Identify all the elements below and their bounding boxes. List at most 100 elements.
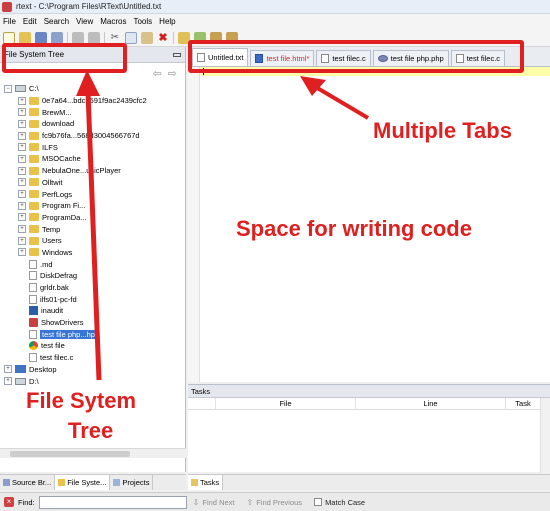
tab-projects[interactable]: Projects [110,475,154,490]
copy-icon[interactable] [125,31,137,44]
folder-icon [29,248,39,257]
expand-icon[interactable]: + [18,131,26,140]
tree-item[interactable]: + MSOCache [0,153,186,165]
expand-icon[interactable]: + [18,166,26,175]
collapse-icon[interactable]: − [4,84,12,93]
tree-item[interactable]: grldr.bak [0,282,186,294]
tree-item[interactable]: + Desktop [0,364,186,376]
print-icon[interactable] [72,31,84,44]
tasks-scrollbar[interactable] [540,398,550,473]
tree-item[interactable]: + download [0,118,186,130]
tree-item[interactable]: + BrewM... [0,106,186,118]
red-icon [29,318,38,328]
horizontal-scrollbar[interactable] [0,448,186,458]
tree-item[interactable]: ilfs01-pc-fd [0,293,186,305]
paste-icon[interactable] [141,31,153,44]
editor-area[interactable]: Untitled.txt test file.html* test filec.c t… [188,47,550,382]
expand-icon[interactable]: + [18,178,26,187]
menu-view[interactable]: View [76,17,93,26]
menu-tools[interactable]: Tools [133,17,152,26]
annotation-space-for-code: Space for writing code [236,216,472,241]
expand-icon[interactable]: + [18,236,26,245]
expand-icon[interactable]: + [18,201,26,210]
menu-help[interactable]: Help [159,17,175,26]
back-arrow-icon[interactable]: ⇦ [153,67,162,80]
tree-item[interactable]: + Windows [0,247,186,259]
expand-icon[interactable]: + [18,96,26,105]
expand-icon[interactable]: + [18,119,26,128]
column-header-task[interactable]: Task [506,398,540,410]
file-tree: − C:\ +0e7a64...bdc3591f9ac2439cfc2 + BrewM.… [0,83,186,431]
find-previous-label: Find Previous [256,497,303,507]
tree-item[interactable]: test file php...hp [0,328,186,340]
checkbox-icon[interactable] [314,498,323,506]
menu-edit[interactable]: Edit [23,17,37,26]
tree-item[interactable]: ShowDrivers [0,317,186,329]
tab-file-system[interactable]: File Syste... [55,475,111,490]
tree-item[interactable]: DiskDefrag [0,270,186,282]
tree-item-label: Program Fi... [42,201,86,211]
tree-item[interactable]: +0e7a64...bdc3591f9ac2439cfc2 [0,95,186,107]
tab-source-browser[interactable]: Source Br... [0,475,56,490]
tree-item-label: .md [40,259,53,269]
expand-icon[interactable]: + [4,365,12,374]
folder-icon [29,154,39,163]
expand-icon[interactable]: + [18,154,26,163]
find-bar: × Find: ⇩ Find Next ⇧ Find Previous Matc… [0,492,550,511]
tree-item[interactable]: + ILFS [0,141,186,153]
tree-item[interactable]: test file [0,340,186,352]
minimize-icon[interactable] [173,52,181,57]
close-icon[interactable]: × [4,497,14,507]
tree-item[interactable]: + Olltwit [0,177,186,189]
delete-icon[interactable]: ✖ [157,32,169,44]
expand-icon[interactable]: + [18,190,26,199]
app-icon [2,1,12,12]
open-folder-icon[interactable] [19,31,31,44]
tab-tasks[interactable]: Tasks [188,475,224,490]
tree-item-label: D:\ [29,376,39,386]
tree-item[interactable]: inaudit [0,305,186,317]
save-icon[interactable] [35,31,47,44]
expand-icon[interactable]: + [18,248,26,257]
new-file-icon[interactable] [3,31,15,44]
exe-icon [29,306,38,316]
column-header-icon[interactable] [188,397,216,410]
expand-icon[interactable]: + [18,213,26,222]
window-title: rtext - C:\Program Files\RText\Untitled.… [16,2,162,11]
file-icon [29,353,37,363]
forward-arrow-icon[interactable]: ⇨ [168,67,177,80]
folder-icon [29,178,39,187]
expand-icon[interactable]: + [18,143,26,152]
tree-item[interactable]: + PerfLogs [0,188,186,200]
menu-file[interactable]: File [3,17,16,26]
tree-item[interactable]: + Program Fi... [0,200,186,212]
find-previous-button[interactable]: ⇧ Find Previous [247,498,303,507]
save-all-icon[interactable] [51,31,63,44]
tree-item[interactable]: + Users [0,235,186,247]
tree-item[interactable]: + fc9b76fa...568d3004566767d [0,130,186,142]
expand-icon[interactable]: + [18,108,26,117]
match-case-checkbox[interactable]: Match Case [314,498,365,507]
tree-item[interactable]: + NebulaOne...usicPlayer [0,165,186,177]
menu-macros[interactable]: Macros [100,17,126,26]
column-header-file[interactable]: File [216,397,356,410]
menu-search[interactable]: Search [44,17,69,26]
tree-item[interactable]: + Temp [0,223,186,235]
column-header-line[interactable]: Line [356,397,506,410]
tree-item[interactable]: + D:\ [0,375,186,387]
tree-item[interactable]: + ProgramDa... [0,212,186,224]
scrollbar-thumb[interactable] [10,451,130,457]
folder-icon [29,119,39,128]
tree-item-label: Desktop [29,364,57,374]
tree-item[interactable]: − C:\ [0,83,186,95]
expand-icon[interactable]: + [18,225,26,234]
cut-icon[interactable]: ✂ [109,32,121,44]
tree-item[interactable]: .md [0,258,186,270]
find-next-button[interactable]: ⇩ Find Next [193,498,235,507]
expand-icon[interactable]: + [4,377,12,386]
print-preview-icon[interactable] [88,31,100,44]
tree-item[interactable]: test filec.c [0,352,186,364]
find-input[interactable] [38,495,187,509]
